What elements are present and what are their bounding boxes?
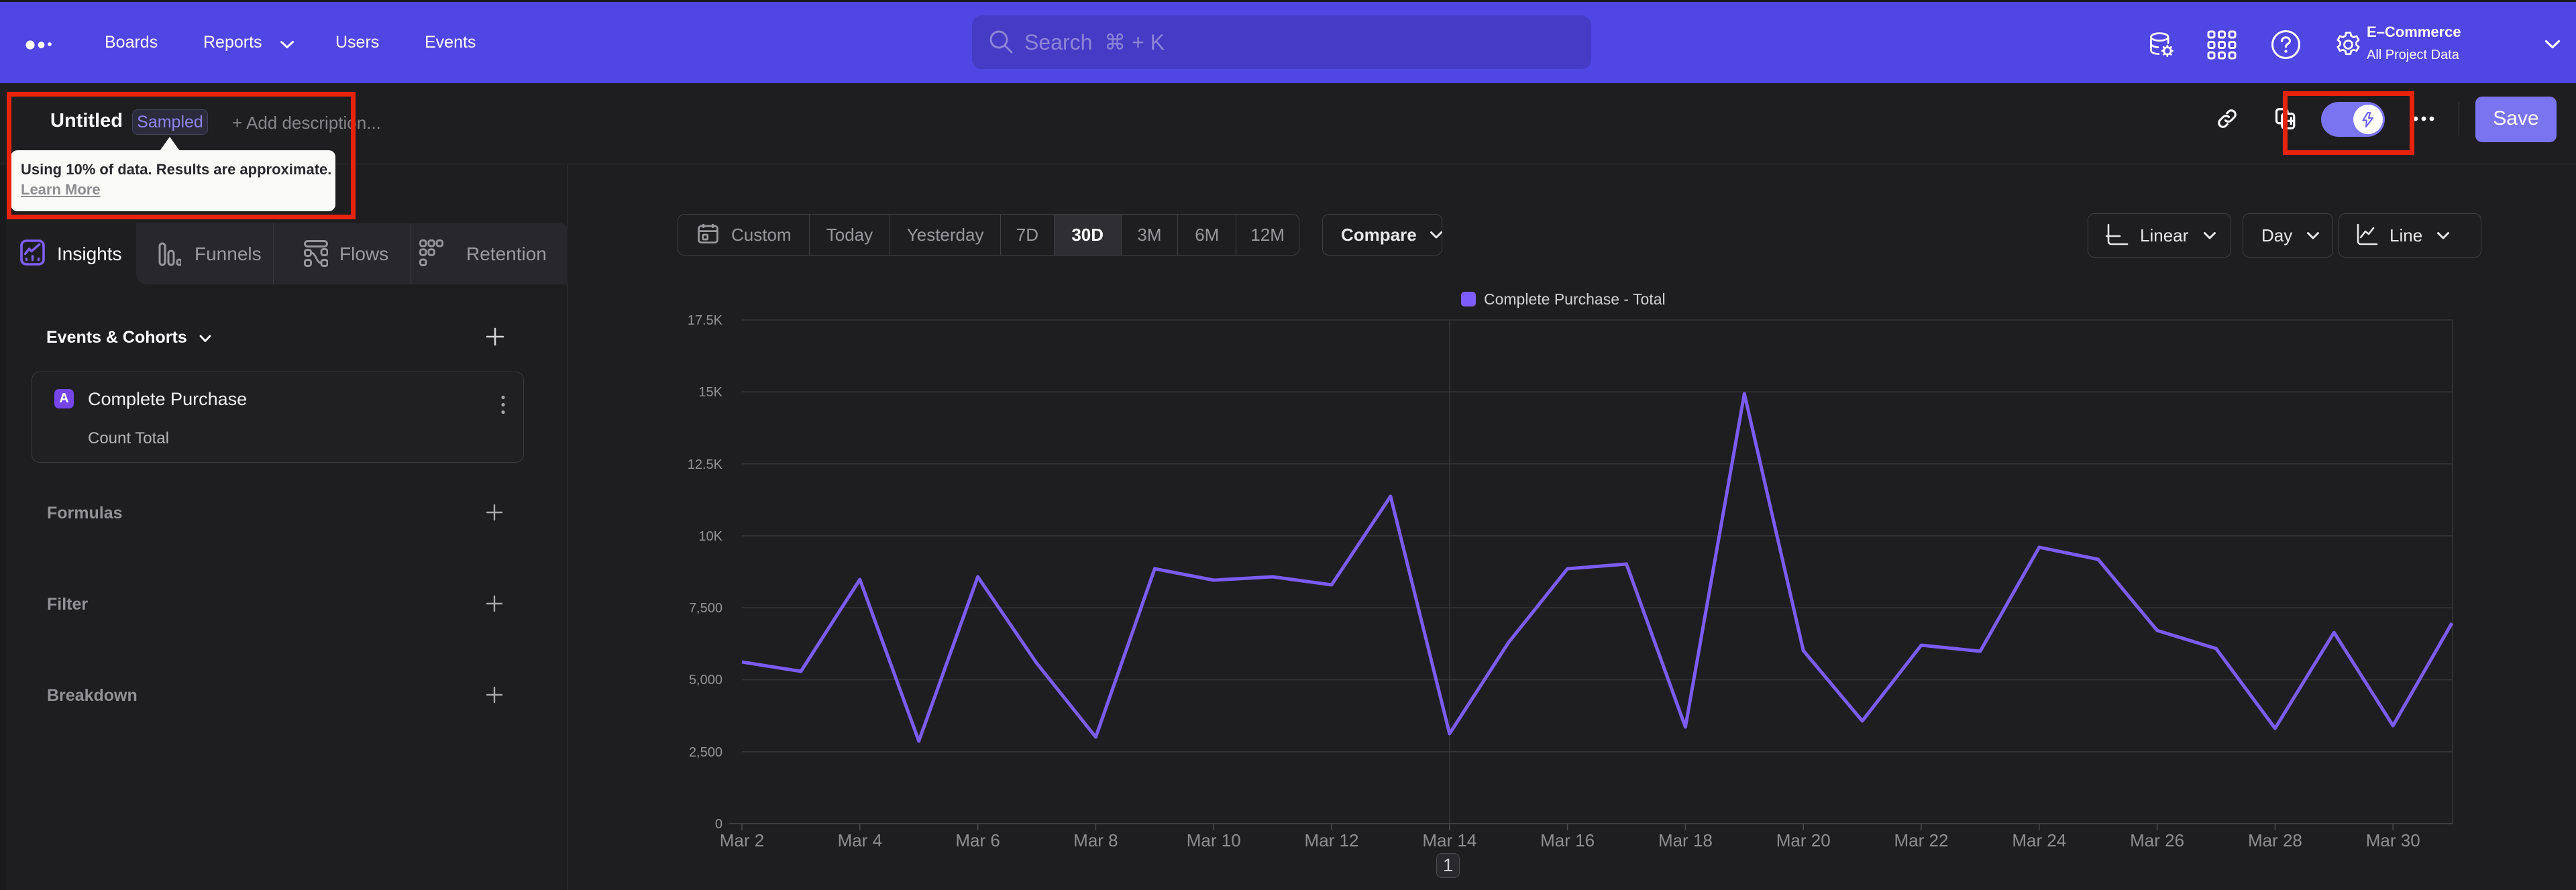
svg-text:Mar 28: Mar 28 — [2248, 830, 2302, 850]
svg-text:Mar 16: Mar 16 — [1540, 830, 1595, 850]
svg-text:15K: 15K — [698, 385, 722, 400]
svg-text:Mar 26: Mar 26 — [2130, 830, 2184, 850]
svg-text:Mar 22: Mar 22 — [1894, 830, 1949, 850]
svg-text:10K: 10K — [698, 529, 722, 544]
svg-text:12.5K: 12.5K — [688, 457, 723, 472]
svg-text:7,500: 7,500 — [689, 601, 722, 616]
svg-text:0: 0 — [715, 817, 722, 832]
svg-text:2,500: 2,500 — [689, 745, 722, 760]
svg-text:Mar 4: Mar 4 — [838, 830, 882, 850]
svg-text:Mar 24: Mar 24 — [2012, 830, 2066, 850]
svg-text:Mar 30: Mar 30 — [2366, 830, 2420, 850]
svg-text:Mar 18: Mar 18 — [1658, 830, 1713, 850]
svg-text:Mar 6: Mar 6 — [955, 830, 1000, 850]
svg-text:5,000: 5,000 — [689, 673, 722, 687]
svg-text:Mar 10: Mar 10 — [1187, 830, 1241, 850]
svg-text:Mar 2: Mar 2 — [720, 830, 764, 850]
svg-text:17.5K: 17.5K — [688, 313, 723, 328]
svg-text:Mar 8: Mar 8 — [1073, 830, 1118, 850]
svg-text:Mar 12: Mar 12 — [1305, 830, 1359, 850]
svg-text:Mar 14: Mar 14 — [1422, 830, 1477, 850]
svg-text:Mar 20: Mar 20 — [1776, 830, 1831, 850]
